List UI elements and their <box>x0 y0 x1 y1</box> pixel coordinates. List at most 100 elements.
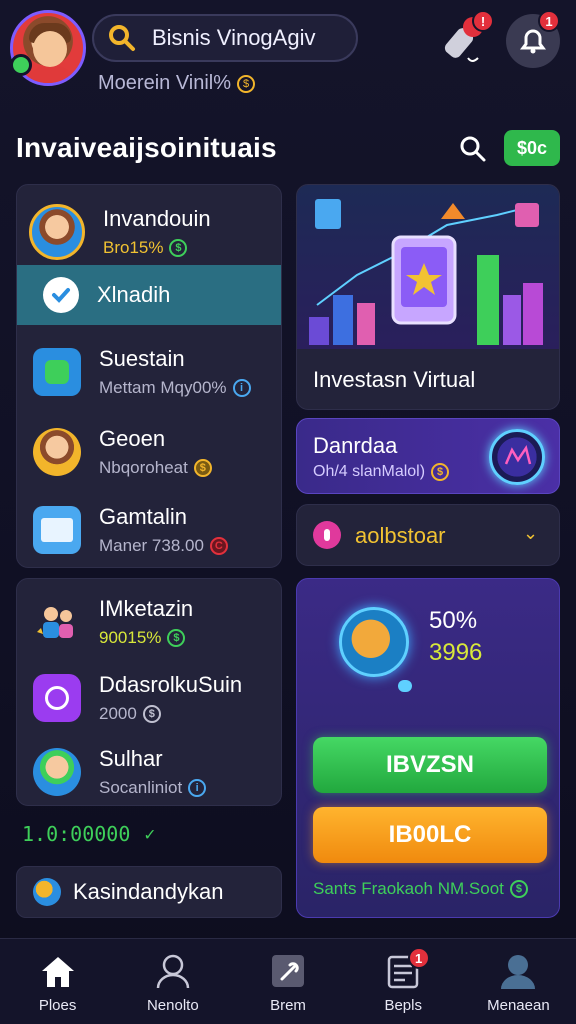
chat-icon <box>33 674 81 722</box>
list-item[interactable]: Gamtalin Maner 738.00 C <box>17 493 281 567</box>
list-item-selected[interactable]: Xlnadih <box>17 265 281 325</box>
list-item-title: DdasrolkuSuin <box>99 672 243 697</box>
search-text: Bisnis VinogAgiv <box>152 25 316 50</box>
nav-label: Nenolto <box>146 997 199 1014</box>
promo-subtitle: Oh/4 slanMalol) $ <box>313 463 450 481</box>
section-title: Invaiveaijsoinituais <box>16 132 277 163</box>
notifications-button[interactable]: 1 <box>506 10 560 68</box>
nav-item-user[interactable]: Nenolto <box>115 939 230 1024</box>
character-icon <box>33 748 81 796</box>
list-item-title: Suestain <box>99 346 185 371</box>
puzzle-icon <box>33 348 81 396</box>
hero-caption: Investasn Virtual <box>313 367 476 392</box>
avatar-face <box>33 31 67 67</box>
coin-icon: $ <box>167 629 186 647</box>
filter-dropdown[interactable]: aolbstoar ⌄ <box>296 504 560 566</box>
coin-icon: $ <box>142 705 161 723</box>
section-search-button[interactable] <box>458 134 488 169</box>
nav-label: Brem <box>270 997 306 1014</box>
list-item[interactable]: DdasrolkuSuin 2000 $ <box>17 663 283 733</box>
list-item-sub-text: Bro15% <box>103 238 164 257</box>
nav-badge: 1 <box>407 947 430 969</box>
info-icon: i <box>188 779 207 797</box>
coins-avatar-icon <box>33 428 81 476</box>
info-icon: i <box>232 379 251 397</box>
promo-card[interactable]: Danrdaa Oh/4 slanMalol) $ <box>296 418 560 494</box>
balance-value: 1.0:00000 <box>22 822 131 846</box>
nav-item-home[interactable]: Ploes <box>0 939 115 1024</box>
price-button[interactable]: $0c <box>504 130 560 166</box>
category-list: Invandouin Bro15% $ Xlnadih Suestain Mett… <box>16 184 282 568</box>
online-status-dot <box>10 54 32 76</box>
list-item-subtitle: Nbqoroheat $ <box>99 458 212 478</box>
globe-stand <box>398 680 412 692</box>
header-subtitle-text: Moerein Vinil% <box>98 72 232 94</box>
mic-badge: ! <box>472 10 494 32</box>
microphone-button[interactable]: ! <box>436 10 494 68</box>
card-icon <box>33 506 81 554</box>
dropdown-label: aolbstoar <box>355 523 446 548</box>
home-icon <box>41 957 74 987</box>
promo-sub-text: Oh/4 slanMalol) <box>313 463 426 480</box>
list-item-title: IMketazin <box>99 596 194 621</box>
nav-item-profile[interactable]: Menaean <box>461 939 576 1024</box>
card-footer-text: Sants Fraokaoh NM.Soot <box>313 879 504 898</box>
search-bar[interactable]: Bisnis VinogAgiv <box>92 14 358 62</box>
list-item-sub-text: Nbqoroheat <box>99 458 188 477</box>
wrench-icon <box>272 955 304 987</box>
coin-icon: $ <box>237 74 256 93</box>
list-item-subtitle: Maner 738.00 C <box>99 536 228 556</box>
secondary-button[interactable]: IB00LC <box>313 807 547 863</box>
check-icon <box>43 277 79 313</box>
notification-badge: 1 <box>538 10 560 32</box>
nav-item-tools[interactable]: Brem <box>230 939 345 1024</box>
bottom-list-item[interactable]: Kasindandykan <box>16 866 282 918</box>
value-label: 3996 <box>429 639 483 666</box>
header-subtitle: Moerein Vinil% $ <box>98 72 256 95</box>
chevron-down-icon: ⌄ <box>523 523 539 543</box>
globe-icon <box>339 607 412 692</box>
search-icon <box>106 23 136 53</box>
bottom-navigation: Ploes Nenolto Brem 1 Bepls Menaean <box>0 938 576 1024</box>
globe-icon <box>33 878 61 906</box>
nav-label: Ploes <box>38 997 77 1014</box>
action-card: 50% 3996 IBVZSN IB00LC Sants Fraokaoh NM… <box>296 578 560 918</box>
orb-icon <box>489 429 545 485</box>
primary-button[interactable]: IBVZSN <box>313 737 547 793</box>
list-item[interactable]: IMketazin 90015% $ <box>17 587 283 657</box>
nav-label: Menaean <box>487 997 550 1014</box>
coin-icon: $ <box>431 463 450 481</box>
list-item-subtitle: Socanliniot i <box>99 778 207 798</box>
list-item[interactable]: Suestain Mettam Mqy00% i <box>17 335 281 409</box>
list-item-title: Invandouin <box>103 206 211 231</box>
coin-icon: $ <box>169 239 188 257</box>
list-item-subtitle: Bro15% $ <box>103 238 211 258</box>
list-item-sub-text: Mettam Mqy00% <box>99 378 227 397</box>
list-item[interactable]: Geoen Nbqoroheat $ <box>17 415 281 489</box>
bottom-list-label: Kasindandykan <box>73 879 224 904</box>
list-item-sub-text: 90015% <box>99 628 162 647</box>
list-item-subtitle: 2000 $ <box>99 704 242 724</box>
list-item-title: Geoen <box>99 426 166 451</box>
avatar <box>29 204 85 260</box>
list-item[interactable]: Invandouin Bro15% $ <box>17 195 281 269</box>
hero-card[interactable]: Investasn Virtual <box>296 184 560 410</box>
list-item-title: Sulhar <box>99 746 163 771</box>
nav-item-documents[interactable]: 1 Bepls <box>346 939 461 1024</box>
promo-title: Danrdaa <box>313 433 398 458</box>
list-item-subtitle: Mettam Mqy00% i <box>99 378 251 398</box>
search-icon <box>460 136 486 162</box>
percent-label: 50% <box>429 607 478 634</box>
list-item-sub-text: Socanliniot <box>99 778 183 797</box>
list-item-title: Xlnadih <box>97 282 171 307</box>
investment-illustration <box>297 185 559 349</box>
coin-icon: C <box>209 537 228 555</box>
nav-label: Bepls <box>384 997 422 1014</box>
people-icon <box>33 598 81 646</box>
list-item-sub-text: 2000 <box>99 704 137 723</box>
list-item-subtitle: 90015% $ <box>99 628 193 648</box>
coin-icon: $ <box>193 459 212 477</box>
list-item-sub-text: Maner 738.00 <box>99 536 204 555</box>
coin-icon: $ <box>509 880 528 898</box>
list-item[interactable]: Sulhar Socanliniot i <box>17 737 283 807</box>
